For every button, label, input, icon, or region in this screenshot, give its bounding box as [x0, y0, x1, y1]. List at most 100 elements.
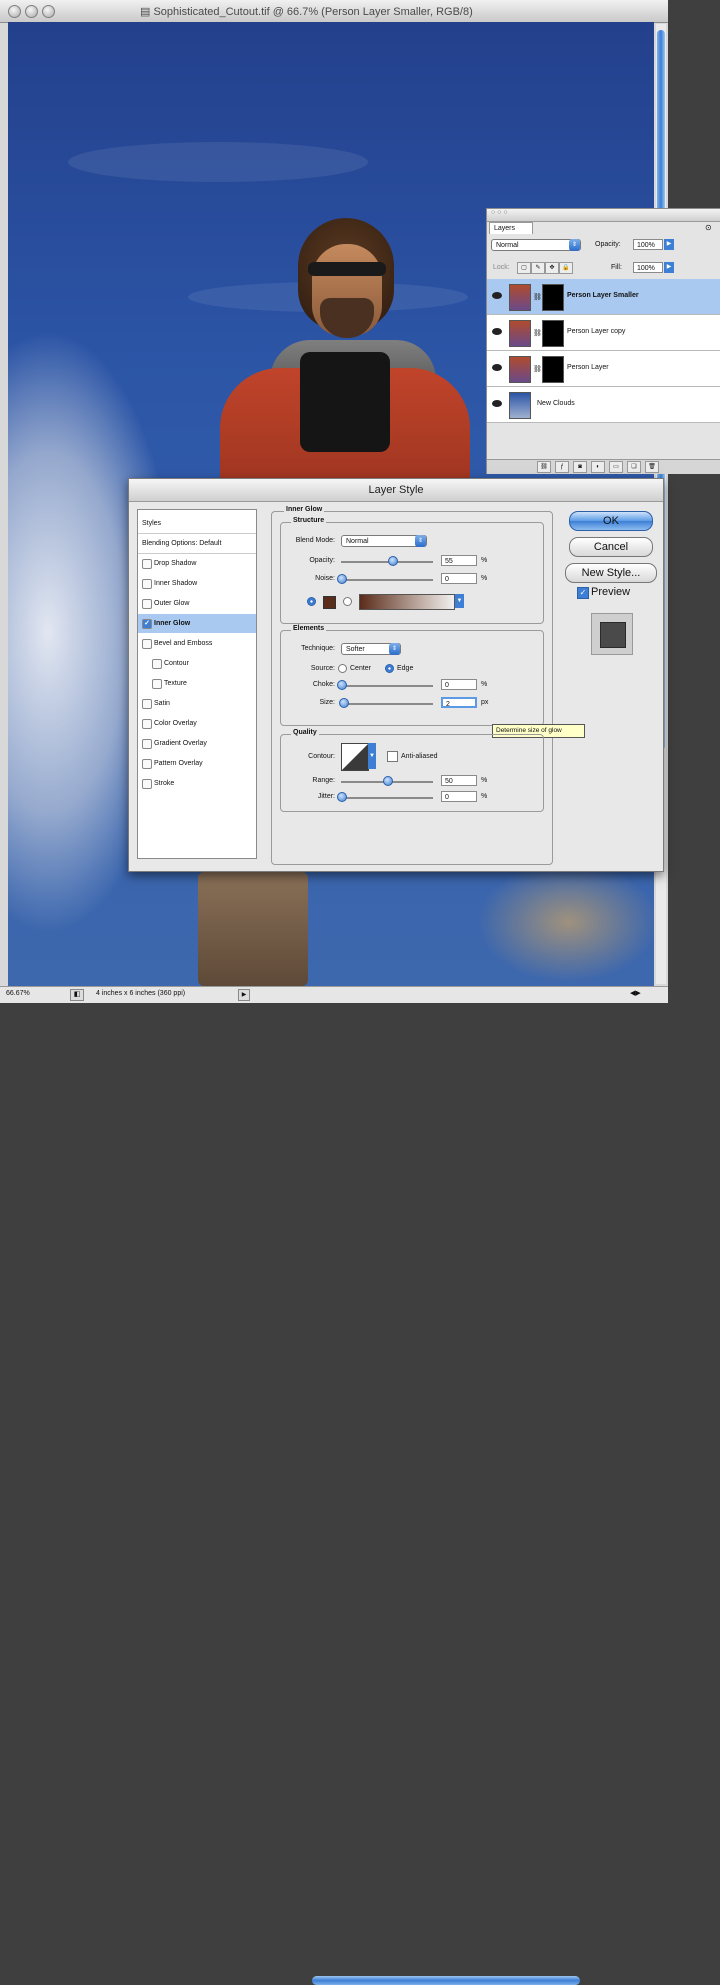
styles-list-item-styles[interactable]: Styles — [138, 514, 256, 534]
noise-slider-knob[interactable] — [337, 574, 347, 584]
size-slider-knob[interactable] — [338, 698, 349, 708]
layer-name[interactable]: Person Layer Smaller — [567, 292, 639, 299]
minimize-window-button[interactable] — [25, 5, 38, 18]
preview-icon[interactable]: ◧ — [70, 989, 84, 1001]
visibility-eye-icon[interactable] — [492, 364, 502, 371]
style-checkbox[interactable] — [142, 699, 152, 709]
style-checkbox[interactable] — [142, 599, 152, 609]
layer-row-person-smaller[interactable]: ⛓ Person Layer Smaller — [487, 279, 720, 315]
checkmark-icon[interactable]: ✓ — [142, 619, 152, 629]
lock-position-icon[interactable]: ✥ — [545, 262, 559, 274]
technique-select[interactable]: Softer ⇕ — [341, 643, 401, 655]
jitter-slider-knob[interactable] — [337, 792, 347, 802]
lock-transparency-icon[interactable]: ▢ — [517, 262, 531, 274]
horizontal-scroll-thumb[interactable] — [312, 1976, 580, 1985]
title-bar[interactable]: ▤ Sophisticated_Cutout.tif @ 66.7% (Pers… — [0, 0, 668, 23]
contour-preview[interactable] — [341, 743, 369, 771]
visibility-eye-icon[interactable] — [492, 292, 502, 299]
styles-list-item-drop-shadow[interactable]: Drop Shadow — [138, 554, 256, 573]
layer-row-person-copy[interactable]: ⛓ Person Layer copy — [487, 315, 720, 351]
style-checkbox[interactable] — [142, 739, 152, 749]
styles-list-item-pattern-overlay[interactable]: Pattern Overlay — [138, 754, 256, 773]
layer-row-person[interactable]: ⛓ Person Layer — [487, 351, 720, 387]
new-group-icon[interactable]: ▭ — [609, 461, 623, 473]
styles-list-item-satin[interactable]: Satin — [138, 694, 256, 713]
layer-fill-field[interactable]: 100% — [633, 262, 663, 273]
style-checkbox[interactable] — [142, 579, 152, 589]
styles-list-item-texture[interactable]: Texture — [138, 674, 256, 693]
styles-list-item-outer-glow[interactable]: Outer Glow — [138, 594, 256, 613]
status-menu-arrow-icon[interactable]: ▶ — [238, 989, 250, 1001]
style-checkbox[interactable] — [152, 659, 162, 669]
opacity-slider-arrow-icon[interactable]: ▶ — [664, 239, 674, 250]
opacity-slider[interactable] — [341, 561, 433, 563]
style-checkbox[interactable] — [142, 639, 152, 649]
opacity-field[interactable]: 55 — [441, 555, 477, 566]
styles-list-item-contour[interactable]: Contour — [138, 654, 256, 673]
gradient-radio[interactable] — [343, 597, 352, 606]
panel-window-controls-icon[interactable]: ○ ○ ○ — [491, 209, 508, 216]
layer-mask-thumbnail[interactable] — [542, 356, 564, 383]
visibility-eye-icon[interactable] — [492, 328, 502, 335]
choke-field[interactable]: 0 — [441, 679, 477, 690]
layer-row-new-clouds[interactable]: New Clouds — [487, 387, 720, 423]
preview-checkbox[interactable]: ✓ — [577, 587, 589, 599]
link-layers-icon[interactable]: ⛓ — [537, 461, 551, 473]
layer-mask-thumbnail[interactable] — [542, 320, 564, 347]
visibility-eye-icon[interactable] — [492, 400, 502, 407]
layer-opacity-field[interactable]: 100% — [633, 239, 663, 250]
jitter-slider[interactable] — [341, 797, 433, 799]
blend-mode-select[interactable]: Normal ⇕ — [341, 535, 427, 547]
gradient-swatch[interactable] — [359, 594, 455, 610]
size-slider[interactable] — [341, 703, 433, 705]
layer-mask-thumbnail[interactable] — [542, 284, 564, 311]
styles-list-item-inner-shadow[interactable]: Inner Shadow — [138, 574, 256, 593]
noise-field[interactable]: 0 — [441, 573, 477, 584]
panel-titlebar[interactable]: ○ ○ ○ — [487, 209, 720, 222]
style-checkbox[interactable] — [142, 719, 152, 729]
dialog-title[interactable]: Layer Style — [129, 479, 663, 502]
layer-name[interactable]: Person Layer copy — [567, 328, 625, 335]
new-layer-icon[interactable]: ❏ — [627, 461, 641, 473]
trash-icon[interactable]: 🗑 — [645, 461, 659, 473]
anti-aliased-checkbox[interactable] — [387, 751, 398, 762]
size-field[interactable]: 2 — [441, 697, 477, 708]
glow-color-swatch[interactable] — [323, 596, 336, 609]
choke-slider[interactable] — [341, 685, 433, 687]
add-layer-style-icon[interactable]: ƒ — [555, 461, 569, 473]
style-checkbox[interactable] — [142, 779, 152, 789]
noise-slider[interactable] — [341, 579, 433, 581]
layer-name[interactable]: Person Layer — [567, 364, 609, 371]
fill-slider-arrow-icon[interactable]: ▶ — [664, 262, 674, 273]
styles-list-item-bevel-emboss[interactable]: Bevel and Emboss — [138, 634, 256, 653]
lock-all-icon[interactable]: 🔒 — [559, 262, 573, 274]
zoom-window-button[interactable] — [42, 5, 55, 18]
style-checkbox[interactable] — [152, 679, 162, 689]
choke-slider-knob[interactable] — [337, 680, 347, 690]
styles-list-item-stroke[interactable]: Stroke — [138, 774, 256, 793]
opacity-slider-knob[interactable] — [387, 556, 398, 566]
tab-layers[interactable]: Layers — [489, 222, 533, 234]
add-mask-icon[interactable]: ◙ — [573, 461, 587, 473]
layer-name[interactable]: New Clouds — [537, 400, 575, 407]
close-window-button[interactable] — [8, 5, 21, 18]
style-checkbox[interactable] — [142, 759, 152, 769]
jitter-field[interactable]: 0 — [441, 791, 477, 802]
new-style-button[interactable]: New Style... — [565, 563, 657, 583]
layer-blend-mode-select[interactable]: Normal ⇕ — [491, 239, 581, 251]
range-slider-knob[interactable] — [383, 776, 393, 786]
styles-list-item-inner-glow[interactable]: ✓ Inner Glow — [138, 614, 256, 633]
adjustment-layer-icon[interactable]: ◐ — [591, 461, 605, 473]
styles-list-item-color-overlay[interactable]: Color Overlay — [138, 714, 256, 733]
cancel-button[interactable]: Cancel — [569, 537, 653, 557]
scroll-arrows-icon[interactable]: ◀▶ — [630, 989, 641, 997]
ok-button[interactable]: OK — [569, 511, 653, 531]
panel-menu-icon[interactable]: ⊙ — [705, 223, 712, 232]
contour-dropdown-arrow-icon[interactable]: ▼ — [368, 743, 376, 769]
source-center-radio[interactable] — [338, 664, 347, 673]
gradient-dropdown-arrow-icon[interactable]: ▼ — [455, 594, 464, 608]
styles-list-item-blending-options[interactable]: Blending Options: Default — [138, 534, 256, 554]
solid-color-radio[interactable] — [307, 597, 316, 606]
range-field[interactable]: 50 — [441, 775, 477, 786]
zoom-readout[interactable]: 66.67% — [6, 990, 30, 997]
